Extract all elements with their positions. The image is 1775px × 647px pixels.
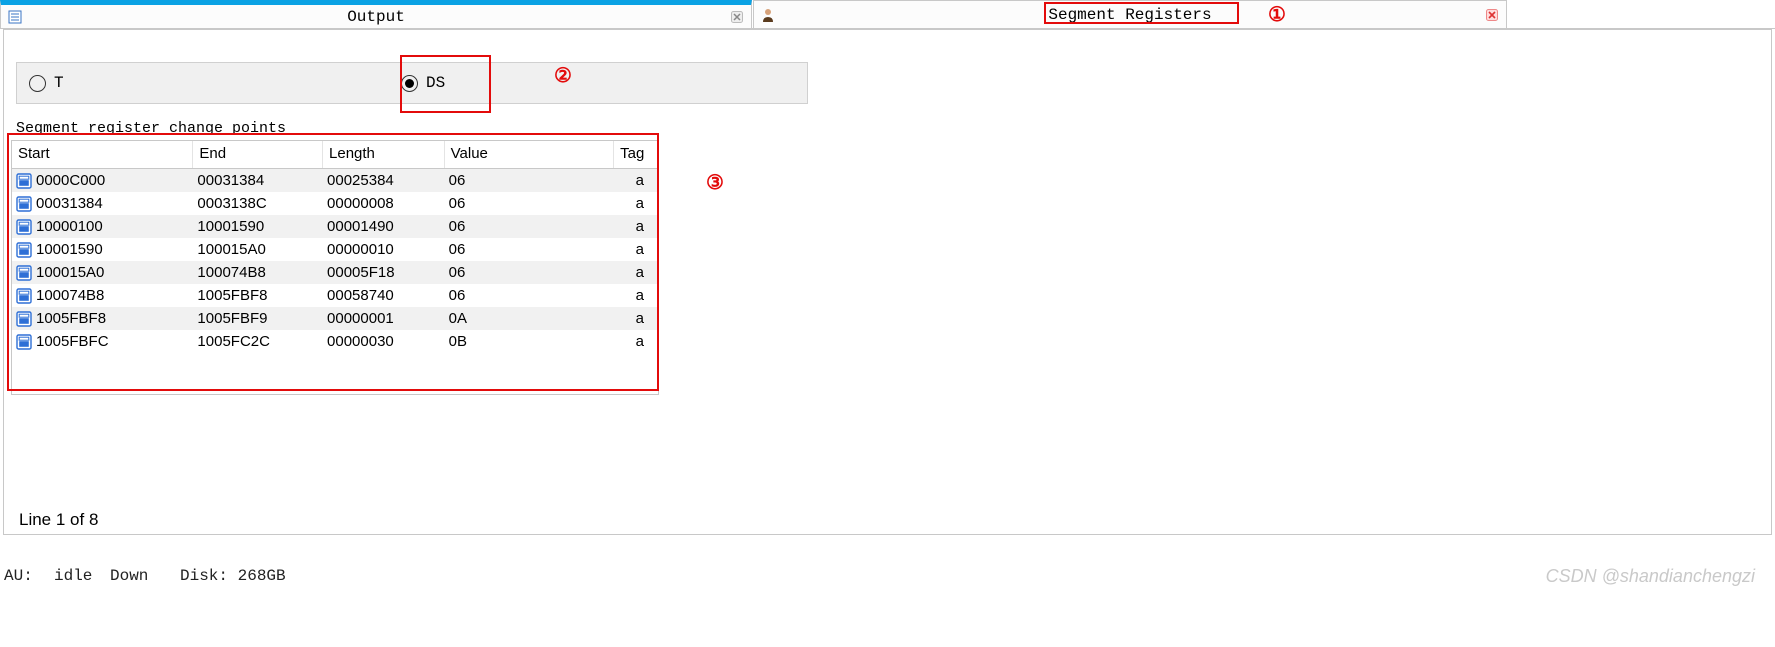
close-icon[interactable] xyxy=(1478,9,1506,21)
cell-end: 10001590 xyxy=(193,218,323,235)
table-row[interactable]: 10001590 100015A00000001006a xyxy=(12,238,658,261)
cell-end: 100074B8 xyxy=(193,264,323,281)
tab-bar: Output Segment Registers xyxy=(0,0,1775,29)
col-length[interactable]: Length xyxy=(323,141,445,168)
cell-end: 100015A0 xyxy=(193,241,323,258)
table-row[interactable]: 1005FBFC 1005FC2C000000300Ba xyxy=(12,330,658,353)
cell-length: 00025384 xyxy=(323,172,445,189)
radio-t[interactable]: T xyxy=(29,74,401,92)
cell-start: 1005FBFC xyxy=(36,333,109,350)
table-row[interactable]: 1005FBF8 1005FBF9000000010Aa xyxy=(12,307,658,330)
document-icon xyxy=(1,10,29,24)
cell-start: 00031384 xyxy=(36,195,103,212)
status-au: AU: xyxy=(4,567,54,585)
cell-value: 0A xyxy=(445,310,614,327)
radio-t-indicator xyxy=(29,75,46,92)
table-row[interactable]: 0000C000 000313840002538406a xyxy=(12,169,658,192)
cell-start: 10001590 xyxy=(36,241,103,258)
segment-registers-panel: T DS Segment register change points Star… xyxy=(3,29,1772,535)
section-label: Segment register change points xyxy=(16,120,286,137)
cell-value: 06 xyxy=(445,241,614,258)
cell-start: 0000C000 xyxy=(36,172,105,189)
cell-tag: a xyxy=(614,287,658,304)
avatar-icon xyxy=(754,7,782,23)
cell-tag: a xyxy=(614,241,658,258)
status-disk: Disk: 268GB xyxy=(180,567,286,585)
tab-segment-registers[interactable]: Segment Registers xyxy=(753,0,1507,28)
col-tag[interactable]: Tag xyxy=(614,141,658,168)
col-end[interactable]: End xyxy=(193,141,323,168)
radio-ds-indicator xyxy=(401,75,418,92)
table-row[interactable]: 100015A0 100074B800005F1806a xyxy=(12,261,658,284)
cell-length: 00000030 xyxy=(323,333,445,350)
cell-end: 00031384 xyxy=(193,172,323,189)
cell-length: 00000010 xyxy=(323,241,445,258)
bottom-status-bar: AU: idle Down Disk: 268GB xyxy=(0,565,1775,587)
status-idle: idle xyxy=(54,567,110,585)
cell-length: 00000001 xyxy=(323,310,445,327)
cell-value: 06 xyxy=(445,287,614,304)
cell-tag: a xyxy=(614,333,658,350)
cell-length: 00000008 xyxy=(323,195,445,212)
cell-start: 10000100 xyxy=(36,218,103,235)
status-down: Down xyxy=(110,567,180,585)
cell-value: 06 xyxy=(445,218,614,235)
tab-segreg-title: Segment Registers xyxy=(782,6,1478,24)
cell-tag: a xyxy=(614,218,658,235)
col-start[interactable]: Start xyxy=(12,141,193,168)
cell-tag: a xyxy=(614,310,658,327)
cell-value: 0B xyxy=(445,333,614,350)
segment-row-icon xyxy=(16,219,32,235)
cell-value: 06 xyxy=(445,264,614,281)
segment-row-icon xyxy=(16,242,32,258)
col-value[interactable]: Value xyxy=(445,141,614,168)
cell-length: 00001490 xyxy=(323,218,445,235)
table-row[interactable]: 00031384 0003138C0000000806a xyxy=(12,192,658,215)
table-row[interactable]: 10000100 100015900000149006a xyxy=(12,215,658,238)
table-row[interactable]: 100074B8 1005FBF80005874006a xyxy=(12,284,658,307)
radio-t-label: T xyxy=(54,74,64,92)
tab-output[interactable]: Output xyxy=(0,0,752,28)
segment-row-icon xyxy=(16,196,32,212)
close-icon[interactable] xyxy=(723,11,751,23)
cell-value: 06 xyxy=(445,172,614,189)
segment-row-icon xyxy=(16,173,32,189)
cell-end: 0003138C xyxy=(193,195,323,212)
cell-length: 00058740 xyxy=(323,287,445,304)
cell-end: 1005FBF8 xyxy=(193,287,323,304)
segment-row-icon xyxy=(16,334,32,350)
segment-row-icon xyxy=(16,288,32,304)
segment-row-icon xyxy=(16,311,32,327)
cell-start: 100015A0 xyxy=(36,264,104,281)
cell-end: 1005FBF9 xyxy=(193,310,323,327)
radio-ds-label: DS xyxy=(426,74,445,92)
tab-output-title: Output xyxy=(29,8,723,26)
table-body: 0000C000000313840002538406a0003138400031… xyxy=(12,169,658,353)
cell-end: 1005FC2C xyxy=(193,333,323,350)
segment-row-icon xyxy=(16,265,32,281)
cell-start: 100074B8 xyxy=(36,287,104,304)
segment-change-table[interactable]: Start End Length Value Tag 0000C000 00031… xyxy=(11,140,659,395)
status-line-of: Line 1 of 8 xyxy=(19,510,98,530)
cell-length: 00005F18 xyxy=(323,264,445,281)
cell-start: 1005FBF8 xyxy=(36,310,106,327)
register-type-radios: T DS xyxy=(16,62,808,104)
table-header-row: Start End Length Value Tag xyxy=(12,141,658,169)
cell-tag: a xyxy=(614,195,658,212)
cell-tag: a xyxy=(614,172,658,189)
radio-ds[interactable]: DS xyxy=(401,74,445,92)
cell-tag: a xyxy=(614,264,658,281)
cell-value: 06 xyxy=(445,195,614,212)
